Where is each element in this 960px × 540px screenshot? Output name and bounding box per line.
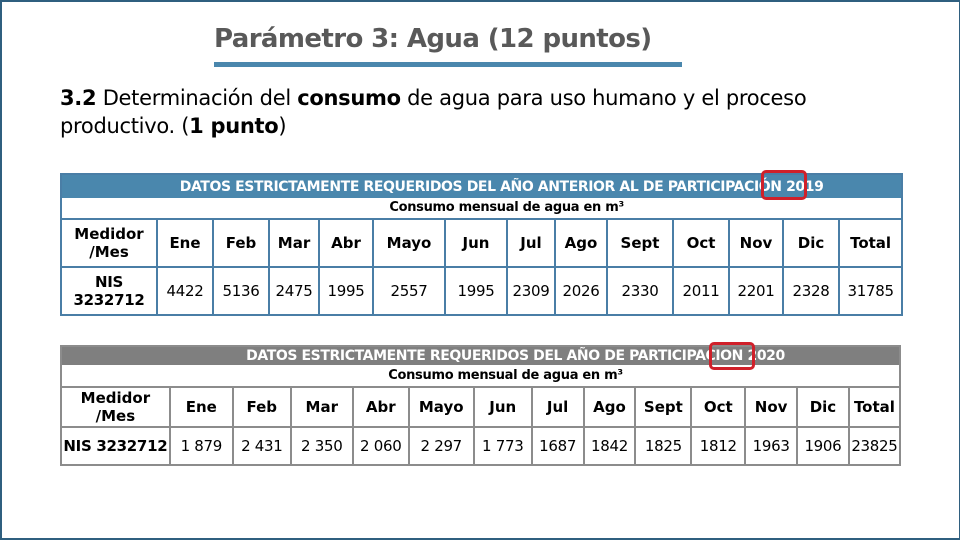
consumption-value: 2011 [672, 266, 730, 316]
subtitle-points: 1 punto [189, 114, 279, 138]
consumption-value: 2 297 [407, 426, 475, 466]
month-header: Nov [728, 218, 784, 268]
consumption-value: 2475 [268, 266, 320, 316]
table-header: DATOS ESTRICTAMENTE REQUERIDOS DEL AÑO D… [60, 345, 901, 365]
slide-title: Parámetro 3: Agua (12 puntos) [214, 24, 652, 54]
month-header: Nov [744, 386, 799, 428]
month-header: Ago [554, 218, 608, 268]
consumption-value: 2026 [554, 266, 608, 316]
month-header: Jul [506, 218, 556, 268]
month-header: Mar [289, 386, 354, 428]
consumption-value: 1842 [582, 426, 637, 466]
table-row: NIS 3232712 4422 5136 2475 1995 2557 1995 2309… [60, 266, 904, 316]
month-header: Mayo [407, 386, 475, 428]
consumption-value: 1963 [744, 426, 799, 466]
meter-label: NIS 3232712 [60, 266, 158, 316]
month-header: Jun [472, 386, 533, 428]
consumption-value: 2 350 [289, 426, 354, 466]
highlight-annotation-2019 [761, 170, 807, 200]
month-header: Total [837, 218, 904, 268]
month-header: Oct [690, 386, 747, 428]
table-row: Medidor /Mes Ene Feb Mar Abr Mayo Jun Jul Ago Se… [60, 218, 904, 268]
month-header: Mayo [372, 218, 446, 268]
month-header: Oct [672, 218, 730, 268]
consumption-value: 2309 [506, 266, 556, 316]
table-subheader: Consumo mensual de agua en m³ [59, 198, 904, 220]
meter-label: NIS 3232712 [60, 426, 171, 466]
section-subtitle: 3.2 Determinación del consumo de agua pa… [60, 84, 860, 140]
consumption-value: 1906 [796, 426, 850, 466]
consumption-value: 1995 [444, 266, 508, 316]
consumption-value: 4422 [156, 266, 214, 316]
subtitle-bold-word: consumo [297, 86, 401, 110]
month-header: Feb [212, 218, 270, 268]
month-header: Ago [582, 386, 637, 428]
month-header: Dic [796, 386, 850, 428]
consumption-value: 2 431 [231, 426, 292, 466]
consumption-value: 1687 [530, 426, 585, 466]
table-subheader: Consumo mensual de agua en m³ [60, 365, 901, 388]
consumption-value: 2328 [782, 266, 840, 316]
subtitle-text-1: Determinación del [96, 86, 298, 110]
row-label-header: Medidor /Mes [60, 386, 171, 428]
section-number: 3.2 [60, 86, 97, 110]
consumption-value: 1995 [318, 266, 374, 316]
month-header: Jun [444, 218, 508, 268]
table-row: Medidor /Mes Ene Feb Mar Abr Mayo Jun Jul Ago Se… [60, 386, 902, 428]
month-header: Ene [168, 386, 234, 428]
highlight-annotation-2020 [709, 342, 755, 370]
consumption-value: 23825 [847, 426, 902, 466]
consumption-value: 1 879 [168, 426, 234, 466]
consumption-value: 1812 [690, 426, 747, 466]
month-header: Abr [318, 218, 374, 268]
month-header: Abr [351, 386, 410, 428]
month-header: Feb [231, 386, 292, 428]
month-header: Sept [606, 218, 674, 268]
consumption-value: 5136 [212, 266, 270, 316]
month-header: Total [847, 386, 902, 428]
subtitle-text-3: ) [278, 114, 287, 138]
consumption-value: 31785 [837, 266, 904, 316]
row-label-header: Medidor /Mes [60, 218, 158, 268]
consumption-value: 2557 [372, 266, 446, 316]
month-header: Dic [782, 218, 840, 268]
consumption-value: 1825 [634, 426, 693, 466]
month-header: Mar [268, 218, 320, 268]
consumption-value: 2201 [728, 266, 784, 316]
table-row: NIS 3232712 1 879 2 431 2 350 2 060 2 297 1 7… [60, 426, 902, 466]
month-header: Ene [156, 218, 214, 268]
title-underline [214, 62, 682, 67]
month-header: Sept [634, 386, 693, 428]
consumption-value: 2 060 [351, 426, 410, 466]
consumption-value: 2330 [606, 266, 674, 316]
consumption-table-2020: DATOS ESTRICTAMENTE REQUERIDOS DEL AÑO D… [60, 345, 902, 466]
consumption-value: 1 773 [472, 426, 533, 466]
month-header: Jul [530, 386, 585, 428]
